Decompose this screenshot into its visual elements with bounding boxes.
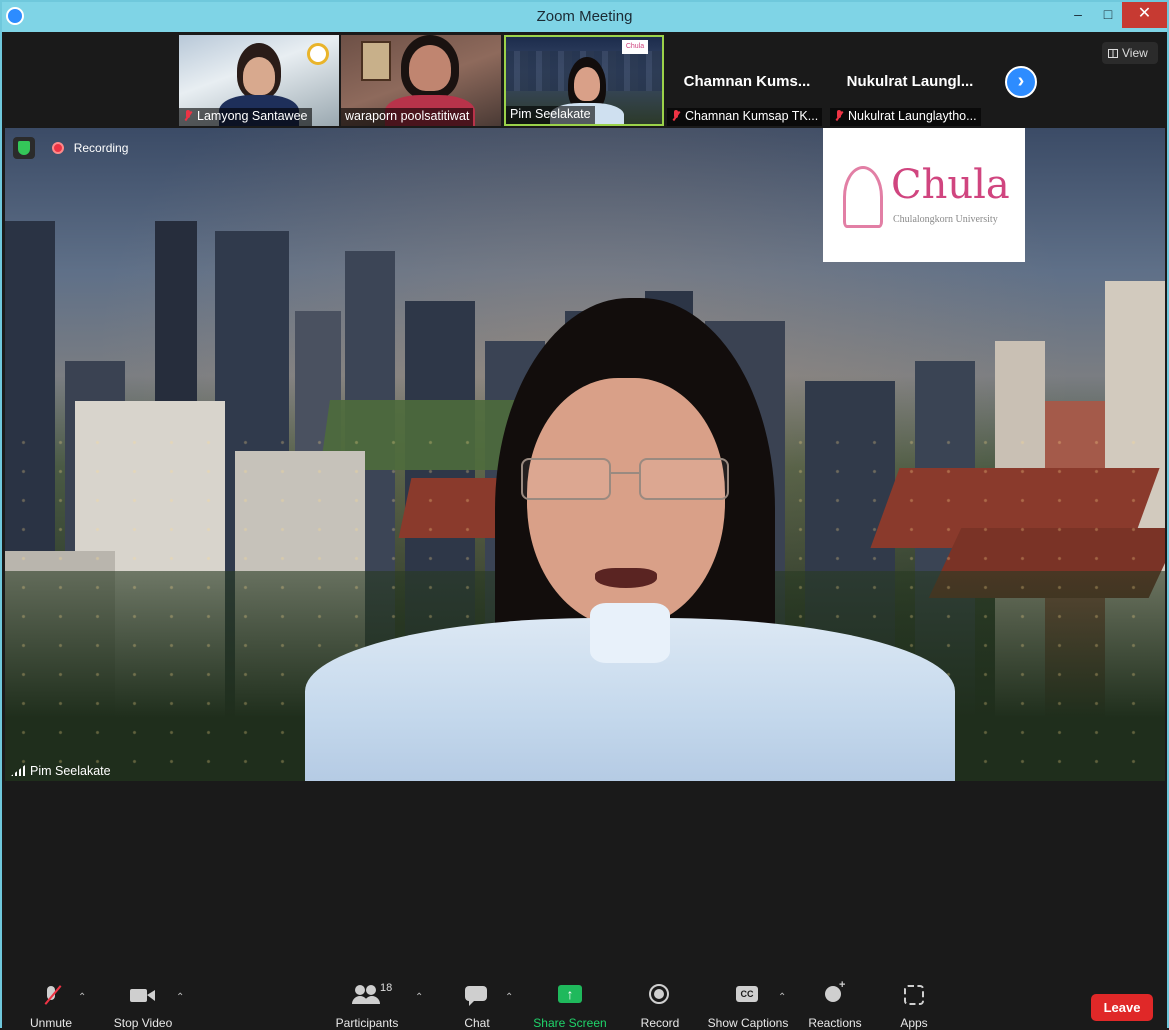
recording-label: Recording <box>73 141 129 155</box>
maximize-button[interactable]: □ <box>1092 2 1124 28</box>
zoom-window: Zoom Meeting – □ ✕ Lamyong Santawee wara… <box>0 0 1169 1030</box>
participants-button[interactable]: 18 Participants <box>332 982 402 1030</box>
participant-name: Lamyong Santawee <box>197 109 308 123</box>
recording-indicator[interactable]: Recording <box>13 137 128 161</box>
participant-tile[interactable]: Nukulrat Laungl... Nukulrat Launglaytho.… <box>830 35 990 126</box>
recording-dot-icon <box>52 142 65 154</box>
record-button[interactable]: Record <box>638 984 682 1030</box>
chat-options-caret[interactable]: ⌃ <box>505 992 513 1003</box>
chat-button[interactable]: Chat <box>457 984 497 1030</box>
muted-mic-icon <box>183 110 193 122</box>
close-window-button[interactable]: ✕ <box>1122 2 1167 28</box>
window-title: Zoom Meeting <box>536 8 633 25</box>
security-shield-icon[interactable] <box>13 137 35 159</box>
captions-options-caret[interactable]: ⌃ <box>778 992 786 1003</box>
reactions-button[interactable]: Reactions <box>806 979 864 1030</box>
participant-name: Chamnan Kumsap TK... <box>685 109 819 123</box>
muted-mic-icon <box>671 110 681 122</box>
participant-tile[interactable]: waraporn poolsatitiwat <box>341 35 501 126</box>
apps-icon <box>902 984 926 1010</box>
show-captions-button[interactable]: Show Captions <box>706 984 790 1030</box>
grid-icon <box>1108 49 1118 58</box>
stop-video-button[interactable]: Stop Video <box>110 984 176 1030</box>
view-button[interactable]: View <box>1102 42 1158 64</box>
participant-gallery-strip: Lamyong Santawee waraporn poolsatitiwat … <box>2 32 1167 128</box>
video-camera-icon <box>130 984 156 1010</box>
chula-logo-mini: Chula <box>622 40 648 54</box>
share-screen-icon <box>558 984 582 1010</box>
participant-tile[interactable]: Chamnan Kums... Chamnan Kumsap TK... <box>667 35 827 126</box>
muted-microphone-icon <box>41 984 61 1010</box>
smiley-add-icon <box>823 979 847 1010</box>
title-bar: Zoom Meeting – □ ✕ <box>2 2 1167 32</box>
minimize-button[interactable]: – <box>1062 2 1094 28</box>
organization-logo-icon <box>307 43 329 65</box>
participant-tile-active-speaker[interactable]: Chula Pim Seelakate <box>504 35 664 126</box>
leave-button[interactable]: Leave <box>1091 994 1153 1021</box>
speaker-name: Pim Seelakate <box>30 764 111 778</box>
participants-icon: 18 <box>352 982 392 1010</box>
share-screen-button[interactable]: Share Screen <box>532 984 608 1030</box>
participant-name: Nukulrat Launglaytho... <box>848 109 977 123</box>
video-options-caret[interactable]: ⌃ <box>176 992 184 1003</box>
active-speaker-video: Chula Chulalongkorn University Recording… <box>5 128 1165 781</box>
participant-name: waraporn poolsatitiwat <box>345 109 470 123</box>
wall-picture <box>361 41 391 81</box>
participant-display-name: Chamnan Kums... <box>683 73 811 90</box>
participant-count: 18 <box>380 982 393 994</box>
next-page-button[interactable]: › <box>1005 66 1037 98</box>
apps-button[interactable]: Apps <box>896 984 932 1030</box>
chevron-right-icon: › <box>1017 70 1025 92</box>
meeting-controls-toolbar: Unmute ⌃ Stop Video ⌃ 18 Participants ⌃ … <box>2 979 1167 1030</box>
participant-name: Pim Seelakate <box>510 107 591 121</box>
chula-emblem-icon <box>843 166 883 228</box>
participants-options-caret[interactable]: ⌃ <box>415 992 423 1003</box>
connection-signal-icon <box>11 765 25 776</box>
muted-mic-icon <box>834 110 844 122</box>
view-label: View <box>1122 46 1148 60</box>
glasses <box>521 458 731 502</box>
participant-display-name: Nukulrat Laungl... <box>846 73 974 90</box>
record-icon <box>649 984 671 1010</box>
speaker-figure <box>305 298 955 781</box>
participant-tile[interactable]: Lamyong Santawee <box>179 35 339 126</box>
chula-logo: Chula Chulalongkorn University <box>823 128 1025 262</box>
unmute-button[interactable]: Unmute <box>26 984 76 1030</box>
speaker-name-tag: Pim Seelakate <box>11 764 111 778</box>
audio-options-caret[interactable]: ⌃ <box>78 992 86 1003</box>
chat-bubble-icon <box>465 984 489 1010</box>
closed-captions-icon <box>736 984 760 1010</box>
